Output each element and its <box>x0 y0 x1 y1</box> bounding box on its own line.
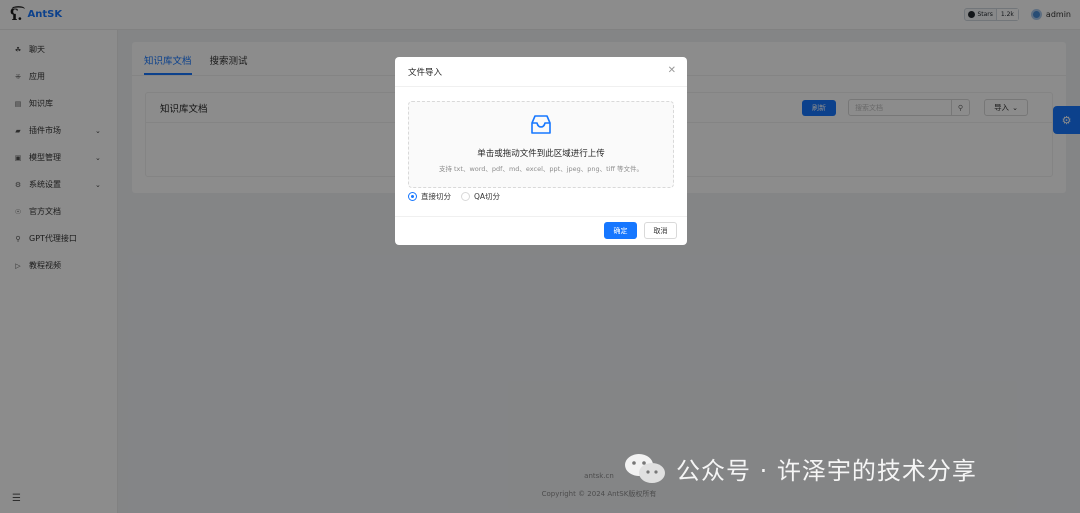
watermark: 公众号 · 许泽宇的技术分享 <box>624 451 977 486</box>
radio-label: 直接切分 <box>421 192 451 201</box>
radio-checked-icon <box>408 192 417 201</box>
wechat-icon <box>625 453 665 483</box>
radio-unchecked-icon <box>461 192 470 201</box>
split-mode-radio-group: 直接切分 QA切分 <box>408 191 510 202</box>
file-import-modal: 文件导入 ✕ 单击或拖动文件到此区域进行上传 支持 txt、word、pdf、m… <box>395 57 687 245</box>
confirm-button[interactable]: 确定 <box>604 222 637 239</box>
dropzone-text: 单击或拖动文件到此区域进行上传 <box>477 149 605 159</box>
inbox-icon <box>409 114 673 139</box>
radio-direct-split[interactable]: 直接切分 <box>408 191 451 202</box>
watermark-text: 公众号 · 许泽宇的技术分享 <box>676 457 977 485</box>
modal-divider <box>395 216 687 217</box>
cancel-button[interactable]: 取消 <box>644 222 677 239</box>
radio-qa-split[interactable]: QA切分 <box>461 191 500 202</box>
upload-dropzone[interactable]: 单击或拖动文件到此区域进行上传 支持 txt、word、pdf、md、excel… <box>408 101 674 188</box>
close-icon[interactable]: ✕ <box>668 65 676 76</box>
modal-title: 文件导入 <box>395 57 687 87</box>
dropzone-hint: 支持 txt、word、pdf、md、excel、ppt、jpeg、png、ti… <box>438 165 644 173</box>
radio-label: QA切分 <box>474 192 501 201</box>
